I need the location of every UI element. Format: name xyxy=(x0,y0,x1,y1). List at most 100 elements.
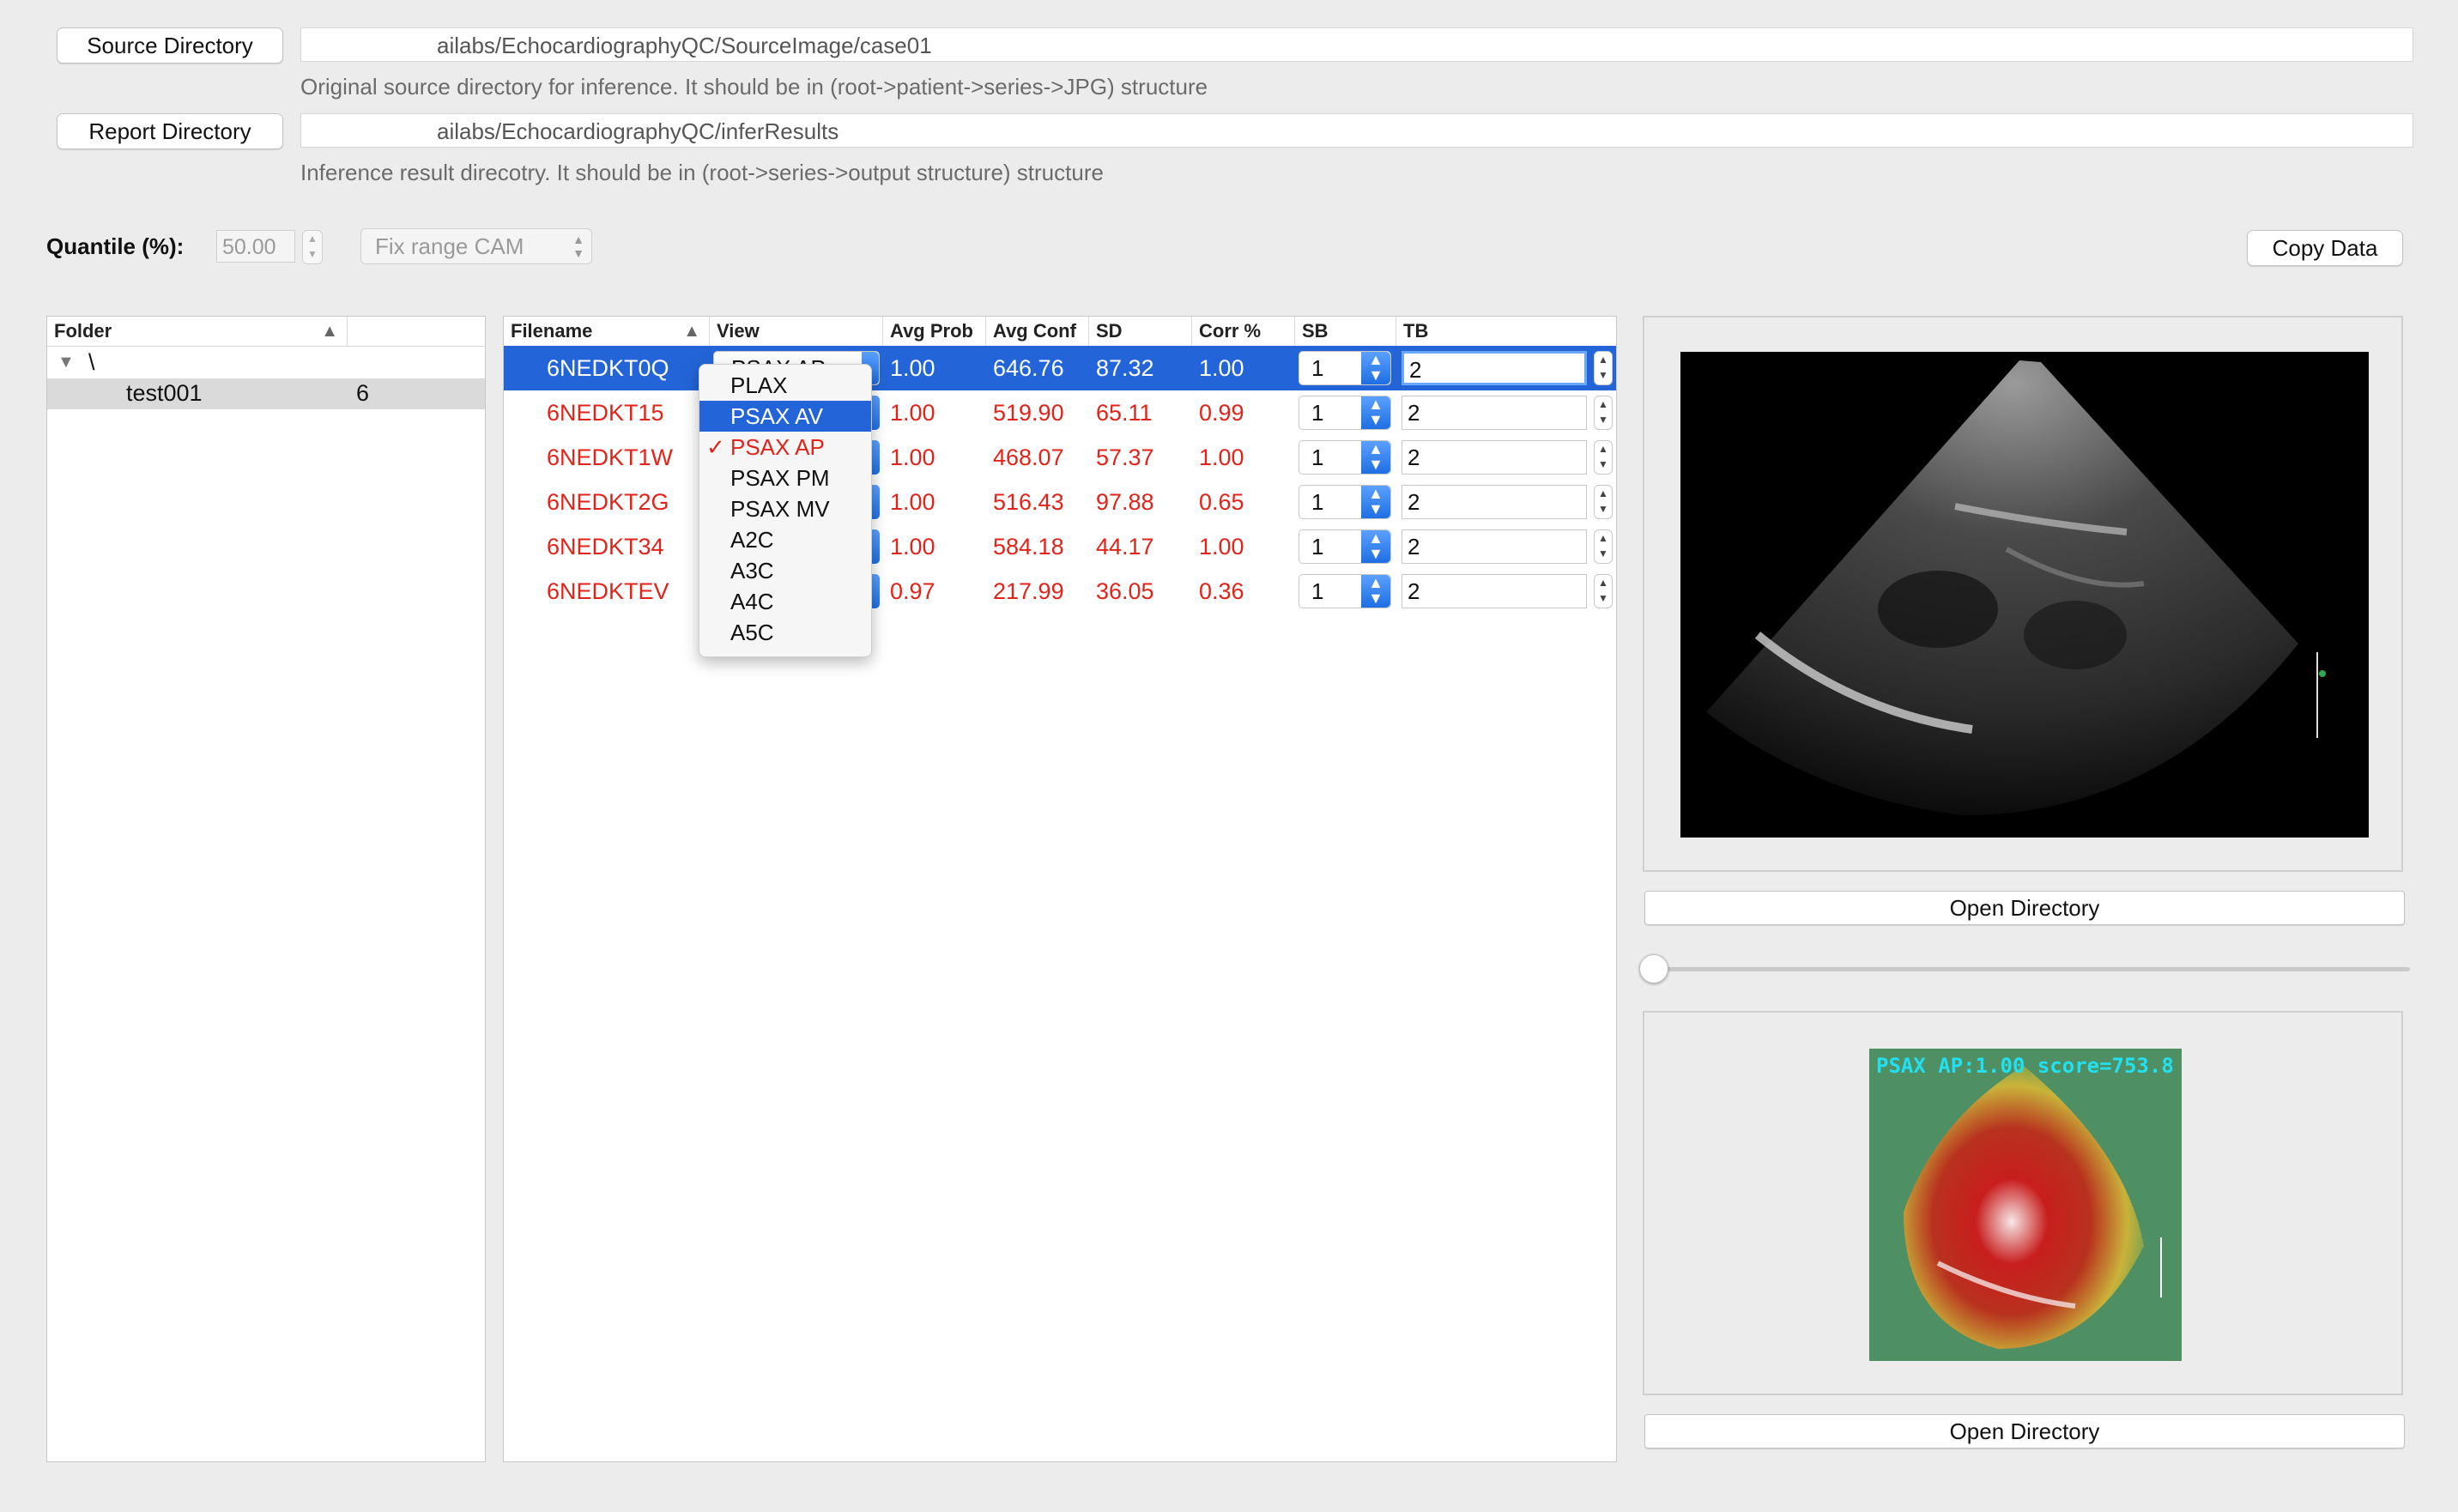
cell-avg-conf: 217.99 xyxy=(993,578,1064,604)
sb-stepper[interactable]: ▲ ▼ xyxy=(1361,575,1390,608)
column-header-filename-label: Filename xyxy=(511,320,593,342)
cell-avg-prob: 0.97 xyxy=(890,578,935,604)
cell-sd: 87.32 xyxy=(1096,355,1154,381)
folder-column-header[interactable]: Folder ▲ xyxy=(47,317,348,346)
column-header-sd[interactable]: SD xyxy=(1089,317,1192,346)
sb-spinbox[interactable]: 1 ▲ ▼ xyxy=(1299,529,1391,564)
quantile-input[interactable]: 50.00 xyxy=(216,230,295,263)
source-path-field[interactable]: ailabs/EchocardiographyQC/SourceImage/ca… xyxy=(300,27,2413,62)
sb-value: 1 xyxy=(1311,534,1324,559)
menu-item-a2c[interactable]: A2C xyxy=(699,524,871,555)
tb-input[interactable]: 2 xyxy=(1402,396,1587,430)
column-header-filename[interactable]: Filename ▲ xyxy=(504,317,710,346)
cell-avg-conf: 519.90 xyxy=(993,400,1064,426)
tb-stepper[interactable]: ▲ ▼ xyxy=(1594,574,1613,608)
tree-root-label: \ xyxy=(88,349,95,375)
cam-mode-value: Fix range CAM xyxy=(375,233,524,259)
folder-tree-panel[interactable]: Folder ▲ ▼ \ test001 6 xyxy=(46,316,486,1462)
sb-spinbox[interactable]: 1 ▲ ▼ xyxy=(1299,574,1391,608)
sb-value: 1 xyxy=(1311,355,1324,381)
cell-avg-conf: 646.76 xyxy=(993,355,1064,381)
cam-mode-select[interactable]: Fix range CAM ▲ ▼ xyxy=(360,228,592,264)
tb-stepper[interactable]: ▲ ▼ xyxy=(1594,485,1613,519)
menu-item-psax-pm[interactable]: PSAX PM xyxy=(699,463,871,493)
cell-avg-prob: 1.00 xyxy=(890,534,935,559)
column-header-view[interactable]: View xyxy=(710,317,883,346)
sb-spinbox[interactable]: 1 ▲ ▼ xyxy=(1299,396,1391,430)
column-header-avg-conf[interactable]: Avg Conf xyxy=(986,317,1089,346)
table-row[interactable]: 6NEDKT34 1.00 584.18 44.17 1.00 1 ▲ ▼ 2 ▲… xyxy=(504,524,1616,569)
cell-avg-prob: 1.00 xyxy=(890,489,935,515)
cell-avg-prob: 1.00 xyxy=(890,445,935,470)
cell-filename: 6NEDKTEV xyxy=(547,578,669,604)
checkmark-icon: ✓ xyxy=(706,434,725,460)
quantile-label: Quantile (%): xyxy=(46,233,185,259)
menu-item-a3c[interactable]: A3C xyxy=(699,555,871,586)
menu-item-psax-av[interactable]: PSAX AV xyxy=(699,401,871,432)
report-path-field[interactable]: ailabs/EchocardiographyQC/inferResults xyxy=(300,113,2413,148)
table-row[interactable]: 6NEDKT2G 1.00 516.43 97.88 0.65 1 ▲ ▼ 2 ▲… xyxy=(504,480,1616,524)
menu-item-psax-ap-label: PSAX AP xyxy=(730,434,825,460)
cam-overlay-label: PSAX AP:1.00 score=753.8 xyxy=(1876,1054,2174,1078)
cell-sd: 57.37 xyxy=(1096,445,1154,470)
sb-value: 1 xyxy=(1311,400,1324,426)
cell-avg-prob: 1.00 xyxy=(890,400,935,426)
copy-data-button[interactable]: Copy Data xyxy=(2247,230,2403,266)
sb-spinbox[interactable]: 1 ▲ ▼ xyxy=(1299,440,1391,475)
tb-input[interactable]: 2 xyxy=(1402,529,1587,564)
cell-filename: 6NEDKT34 xyxy=(547,534,664,559)
column-header-corr[interactable]: Corr % xyxy=(1192,317,1295,346)
cell-sd: 44.17 xyxy=(1096,534,1154,559)
slider-thumb[interactable] xyxy=(1639,954,1668,983)
tb-stepper[interactable]: ▲ ▼ xyxy=(1594,440,1613,475)
sb-stepper[interactable]: ▲ ▼ xyxy=(1361,352,1390,384)
menu-item-a5c[interactable]: A5C xyxy=(699,617,871,648)
sb-stepper[interactable]: ▲ ▼ xyxy=(1361,530,1390,563)
tb-input[interactable]: 2 xyxy=(1402,351,1587,385)
cell-corr: 0.65 xyxy=(1199,489,1244,515)
table-row[interactable]: 6NEDKT0Q PSAX AP 1.00 646.76 87.32 1.00 … xyxy=(504,346,1616,390)
cell-filename: 6NEDKT1W xyxy=(547,445,674,470)
tb-stepper[interactable]: ▲ ▼ xyxy=(1594,351,1613,385)
menu-item-psax-ap[interactable]: ✓ PSAX AP xyxy=(699,432,871,463)
sb-stepper[interactable]: ▲ ▼ xyxy=(1361,396,1390,429)
quantile-stepper[interactable]: ▲ ▼ xyxy=(302,230,323,264)
report-directory-button[interactable]: Report Directory xyxy=(57,113,283,149)
menu-item-a4c[interactable]: A4C xyxy=(699,586,871,617)
table-row[interactable]: 6NEDKTEV 0.97 217.99 36.05 0.36 1 ▲ ▼ 2 ▲… xyxy=(504,569,1616,614)
source-directory-button[interactable]: Source Directory xyxy=(57,27,283,64)
results-table-panel[interactable]: Filename ▲ View Avg Prob Avg Conf SD Cor… xyxy=(503,316,1617,1462)
tb-input[interactable]: 2 xyxy=(1402,485,1587,519)
tb-input[interactable]: 2 xyxy=(1402,574,1587,608)
tree-item-test001[interactable]: test001 6 xyxy=(47,378,485,409)
tb-stepper[interactable]: ▲ ▼ xyxy=(1594,529,1613,564)
cell-avg-prob: 1.00 xyxy=(890,355,935,381)
table-row[interactable]: 6NEDKT1W 1.00 468.07 57.37 1.00 1 ▲ ▼ 2 ▲… xyxy=(504,435,1616,480)
cell-filename: 6NEDKT0Q xyxy=(547,355,669,381)
menu-item-psax-mv[interactable]: PSAX MV xyxy=(699,493,871,524)
tree-root-row[interactable]: ▼ \ xyxy=(47,348,485,378)
menu-item-plax[interactable]: PLAX xyxy=(699,370,871,401)
cam-heatmap-image: PSAX AP:1.00 score=753.8 xyxy=(1869,1049,2182,1361)
chevron-updown-icon: ▲ ▼ xyxy=(572,233,584,260)
table-row[interactable]: 6NEDKT15 1.00 519.90 65.11 0.99 1 ▲ ▼ 2 ▲… xyxy=(504,390,1616,435)
sb-spinbox[interactable]: 1 ▲ ▼ xyxy=(1299,351,1391,385)
sb-value: 1 xyxy=(1311,578,1324,604)
folder-count-header[interactable] xyxy=(348,317,485,346)
open-directory-button-bottom[interactable]: Open Directory xyxy=(1644,1414,2405,1448)
tb-input[interactable]: 2 xyxy=(1402,440,1587,475)
sort-ascending-icon: ▲ xyxy=(321,322,338,341)
disclosure-triangle-icon[interactable]: ▼ xyxy=(58,353,75,372)
column-header-avg-prob[interactable]: Avg Prob xyxy=(883,317,986,346)
column-header-sb[interactable]: SB xyxy=(1295,317,1396,346)
tb-stepper[interactable]: ▲ ▼ xyxy=(1594,396,1613,430)
cell-sd: 36.05 xyxy=(1096,578,1154,604)
frame-slider[interactable] xyxy=(1639,953,2412,987)
sb-stepper[interactable]: ▲ ▼ xyxy=(1361,486,1390,518)
sb-stepper[interactable]: ▲ ▼ xyxy=(1361,441,1390,474)
view-dropdown-menu[interactable]: PLAX PSAX AV ✓ PSAX AP PSAX PM PSAX MV A… xyxy=(699,364,872,657)
column-header-tb[interactable]: TB xyxy=(1396,317,1616,346)
cell-filename: 6NEDKT2G xyxy=(547,489,669,515)
open-directory-button-top[interactable]: Open Directory xyxy=(1644,891,2405,925)
sb-spinbox[interactable]: 1 ▲ ▼ xyxy=(1299,485,1391,519)
